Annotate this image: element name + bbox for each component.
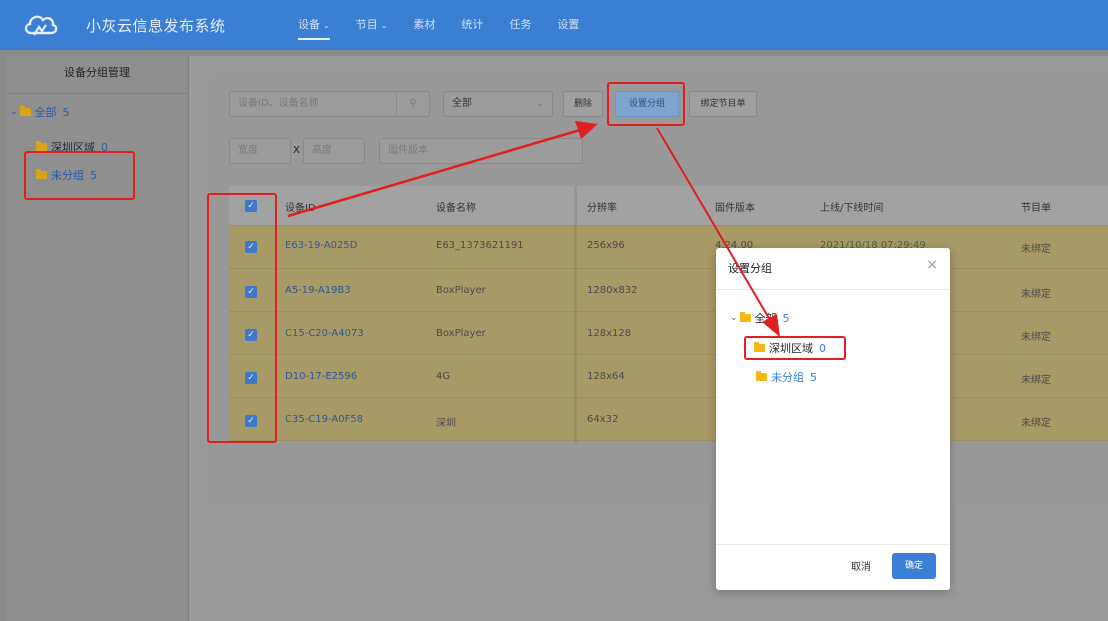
- tree-count: 5: [62, 105, 70, 119]
- sidebar-tree-root[interactable]: ⌄ 全部 5: [10, 102, 70, 122]
- chevron-down-icon: ⌄: [380, 21, 388, 30]
- search-icon: ⚲: [409, 98, 417, 109]
- tree-count: 5: [782, 311, 790, 325]
- tree-label: 全部: [754, 312, 777, 325]
- top-nav-bar: 小灰云信息发布系统 设备 ⌄ 节目 ⌄ 素材 统计 任务 设置: [0, 0, 1108, 50]
- device-name: 4G: [436, 371, 451, 382]
- search-input[interactable]: 设备ID、设备名称: [229, 91, 397, 117]
- delete-button[interactable]: 删除: [563, 91, 603, 117]
- highlight-set-group-button: [607, 82, 685, 126]
- table-row[interactable]: ✓ C15-C20-A4073 BoxPlayer 128x128 未绑定: [229, 312, 1108, 355]
- search-button[interactable]: ⚲: [396, 91, 430, 117]
- nav-tasks[interactable]: 任务: [509, 0, 531, 50]
- device-name: 深圳: [436, 418, 456, 429]
- resolution: 128x128: [587, 328, 632, 339]
- device-id[interactable]: A5-19-A19B3: [285, 285, 351, 296]
- tree-count: 5: [810, 370, 817, 384]
- tree-label: 未分组: [771, 371, 804, 384]
- col-playlist: 节目单: [1021, 203, 1051, 214]
- device-id[interactable]: E63-19-A025D: [285, 240, 357, 251]
- table-row[interactable]: ✓ E63-19-A025D E63_1373621191 256x96 4.2…: [229, 226, 1108, 269]
- folder-icon: [739, 312, 751, 322]
- folder-icon: [36, 141, 47, 151]
- playlist: 未绑定: [1021, 332, 1051, 343]
- nav-programs[interactable]: 节目 ⌄: [356, 0, 388, 50]
- chevron-down-icon: ⌄: [323, 21, 330, 30]
- dialog-tree-root[interactable]: ⌄ 全部 5: [730, 308, 790, 328]
- confirm-button[interactable]: 确定: [892, 553, 936, 579]
- nav-programs-label: 节目: [355, 18, 378, 31]
- folder-icon: [19, 106, 31, 116]
- folder-icon: [756, 371, 767, 381]
- nav-devices-label: 设备: [298, 18, 320, 31]
- table-row[interactable]: ✓ A5-19-A19B3 BoxPlayer 1280x832 未绑定: [229, 269, 1108, 312]
- close-icon[interactable]: ×: [926, 257, 938, 273]
- col-device-id: 设备ID: [285, 203, 316, 214]
- nav-statistics[interactable]: 统计: [461, 0, 483, 50]
- main-nav: 设备 ⌄ 节目 ⌄ 素材 统计 任务 设置: [298, 0, 605, 50]
- col-device-name: 设备名称: [436, 203, 476, 214]
- nav-materials[interactable]: 素材: [413, 0, 435, 50]
- device-id[interactable]: C15-C20-A4073: [285, 328, 364, 339]
- width-input[interactable]: 宽度: [229, 138, 291, 164]
- sidebar-title: 设备分组管理: [6, 56, 188, 94]
- app-title: 小灰云信息发布系统: [86, 17, 226, 35]
- bind-playlist-button[interactable]: 绑定节目单: [689, 91, 757, 117]
- cloud-logo-icon: [24, 15, 58, 36]
- height-input[interactable]: 高度: [303, 138, 365, 164]
- playlist: 未绑定: [1021, 375, 1051, 386]
- table-row[interactable]: ✓ D10-17-E2596 4G 128x64 未绑定: [229, 355, 1108, 398]
- playlist: 未绑定: [1021, 244, 1051, 255]
- playlist: 未绑定: [1021, 289, 1051, 300]
- highlight-checkboxes: [207, 193, 277, 443]
- highlight-ungrouped: [24, 151, 135, 200]
- firmware-input[interactable]: 固件版本: [379, 138, 583, 164]
- cancel-button[interactable]: 取消: [844, 557, 878, 579]
- playlist: 未绑定: [1021, 418, 1051, 429]
- resolution: 256x96: [587, 240, 625, 251]
- col-online-time: 上线/下线时间: [820, 203, 884, 214]
- tree-label: 全部: [34, 106, 57, 119]
- table-header: ✓ 设备ID 设备名称 分辨率 固件版本 上线/下线时间 节目单: [229, 186, 1108, 226]
- nav-settings[interactable]: 设置: [557, 0, 579, 50]
- set-group-dialog: 设置分组 × ⌄ 全部 5 深圳区域 0 未分组 5 取消 确定: [716, 248, 950, 590]
- status-select-value: 全部: [452, 98, 472, 109]
- device-id[interactable]: C35-C19-A0F58: [285, 414, 363, 425]
- device-name: BoxPlayer: [436, 328, 486, 339]
- resolution: 1280x832: [587, 285, 638, 296]
- tree-toggle-icon[interactable]: ⌄: [730, 313, 738, 323]
- table-row[interactable]: ✓ C35-C19-A0F58 深圳 64x32 未绑定: [229, 398, 1108, 441]
- device-id[interactable]: D10-17-E2596: [285, 371, 357, 382]
- col-firmware: 固件版本: [715, 203, 755, 214]
- times-sign: X: [293, 145, 300, 156]
- chevron-down-icon: ⌄: [535, 98, 544, 109]
- highlight-dialog-shenzhen: [744, 336, 846, 360]
- nav-devices[interactable]: 设备 ⌄: [298, 0, 330, 50]
- device-name: BoxPlayer: [436, 285, 486, 296]
- resolution: 64x32: [587, 414, 619, 425]
- column-divider: [574, 186, 577, 443]
- resolution: 128x64: [587, 371, 625, 382]
- col-resolution: 分辨率: [587, 203, 617, 214]
- device-name: E63_1373621191: [436, 240, 524, 251]
- dialog-footer: 取消 确定: [716, 544, 950, 590]
- tree-toggle-icon[interactable]: ⌄: [10, 107, 18, 117]
- dialog-tree-item-ungrouped[interactable]: 未分组 5: [756, 367, 817, 387]
- status-select[interactable]: 全部 ⌄: [443, 91, 553, 117]
- dialog-title: 设置分组: [728, 262, 772, 275]
- dialog-header: 设置分组 ×: [716, 248, 950, 290]
